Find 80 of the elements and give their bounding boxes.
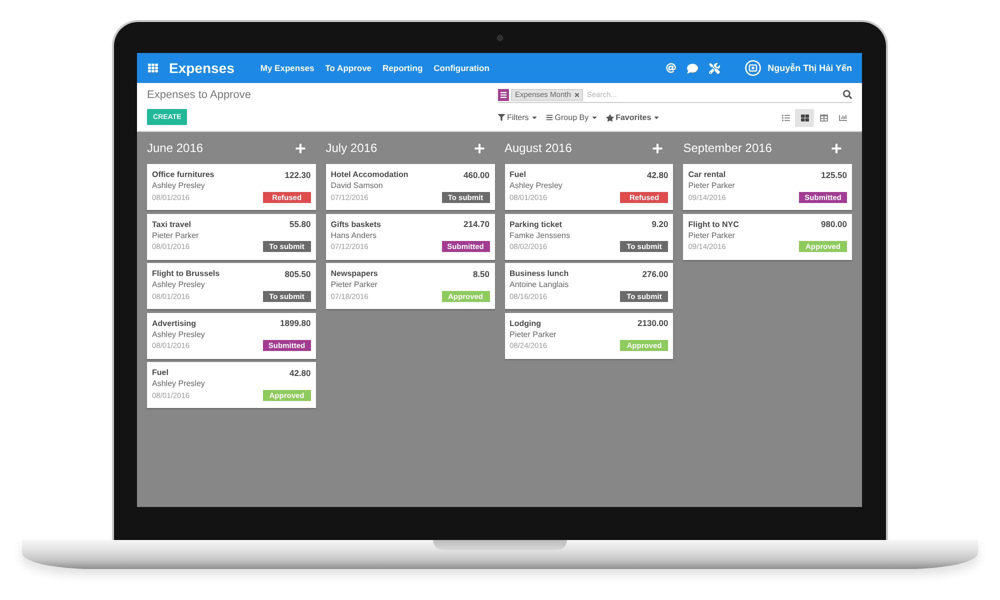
- expense-amount: 125.50: [821, 170, 847, 180]
- expense-title: Lodging: [510, 318, 542, 328]
- menu-link[interactable]: To Approve: [325, 63, 372, 73]
- employee-name: Hans Anders: [330, 230, 378, 240]
- list-icon: [782, 114, 790, 122]
- employee-name: Ashley Presley: [152, 330, 206, 338]
- employee-name: Pieter Parker: [510, 330, 558, 338]
- expense-amount: 460.00: [464, 170, 490, 180]
- expense-amount: 276.00: [642, 268, 668, 278]
- avatar-icon: [744, 60, 761, 76]
- plus-icon[interactable]: [652, 142, 664, 154]
- tools-icon[interactable]: [708, 62, 720, 74]
- plus-icon[interactable]: [831, 142, 842, 154]
- chat-icon[interactable]: [686, 62, 698, 74]
- menu-link[interactable]: My Expenses: [260, 63, 314, 73]
- expense-title: Hotel Accomodation: [330, 170, 410, 179]
- expense-amount: 9.20: [652, 219, 668, 229]
- facet-icon: [498, 88, 509, 100]
- expense-title: Office furnitures: [152, 170, 216, 179]
- expense-title: Fuel: [152, 368, 170, 377]
- employee-name: Pieter Parker: [330, 280, 378, 289]
- employee-name: Ashley Presley: [152, 280, 206, 289]
- close-icon[interactable]: [574, 92, 580, 98]
- employee-name: Ashley Presley: [152, 379, 206, 388]
- expense-title: Taxi travel: [152, 220, 192, 228]
- expense-amount: 42.80: [289, 368, 311, 378]
- expense-title: Car rental: [688, 170, 727, 179]
- expense-title: Flight to Brussels: [152, 269, 221, 278]
- plus-icon[interactable]: [474, 142, 484, 154]
- menu-link[interactable]: Configuration: [434, 63, 490, 73]
- employee-name: Pieter Parker: [152, 230, 200, 240]
- bar-chart-icon: [838, 114, 846, 122]
- expense-title: Flight to NYC: [688, 220, 740, 228]
- employee-name: David Samson: [330, 181, 384, 190]
- app-grid-icon[interactable]: [148, 63, 158, 73]
- column-title: August 2016: [504, 141, 572, 155]
- caret-icon: [530, 114, 538, 121]
- breadcrumb: Expenses to Approve: [147, 88, 251, 102]
- expense-title: Advertising: [152, 318, 198, 328]
- expense-amount: 55.80: [289, 219, 311, 229]
- search-icon[interactable]: [843, 90, 852, 99]
- employee-name: Famke Jenssens: [510, 230, 571, 240]
- expense-amount: 214.70: [464, 219, 490, 229]
- expense-amount: 2130.00: [638, 318, 668, 328]
- column-title: September 2016: [683, 141, 772, 155]
- app-name: Expenses: [169, 60, 234, 76]
- caret-icon: [590, 114, 598, 121]
- expense-amount: 122.30: [284, 170, 311, 180]
- expense-title: Business lunch: [510, 269, 570, 278]
- expense-amount: 980.00: [821, 219, 847, 229]
- filter-menu-button[interactable]: Group By: [546, 113, 598, 122]
- column-title: June 2016: [147, 141, 204, 155]
- caret-icon: [653, 114, 660, 121]
- employee-name: Ashley Presley: [510, 181, 564, 190]
- expense-title: Gifts baskets: [330, 220, 382, 228]
- employee-name: Antoine Langlais: [510, 280, 570, 289]
- table-icon: [820, 114, 828, 122]
- filter-menu-button[interactable]: Filters: [498, 113, 538, 122]
- expense-title: Newspapers: [330, 269, 379, 278]
- grid-icon: [800, 114, 808, 122]
- expense-amount: 8.50: [472, 268, 490, 278]
- expense-title: Parking ticket: [510, 220, 563, 228]
- employee-name: Pieter Parker: [688, 230, 736, 240]
- employee-name: Pieter Parker: [688, 181, 736, 190]
- bars-icon: [546, 114, 553, 121]
- camera-icon: [496, 34, 502, 40]
- user-menu-button[interactable]: Nguyễn Thị Hải Yến: [744, 60, 852, 76]
- filter-menu-button[interactable]: Favorites: [606, 113, 660, 122]
- employee-name: Ashley Presley: [152, 181, 206, 190]
- plus-icon[interactable]: [294, 142, 306, 154]
- kanban-view-button[interactable]: [795, 108, 814, 126]
- expense-amount: 1899.80: [280, 318, 311, 328]
- expense-amount: 42.80: [646, 170, 668, 180]
- expense-amount: 805.50: [284, 268, 311, 278]
- filter-icon: [498, 114, 505, 121]
- mention-icon[interactable]: [666, 63, 676, 73]
- column-title: July 2016: [326, 141, 378, 155]
- menu-link[interactable]: Reporting: [382, 63, 423, 73]
- expense-title: Fuel: [510, 170, 527, 179]
- star-icon: [606, 114, 614, 122]
